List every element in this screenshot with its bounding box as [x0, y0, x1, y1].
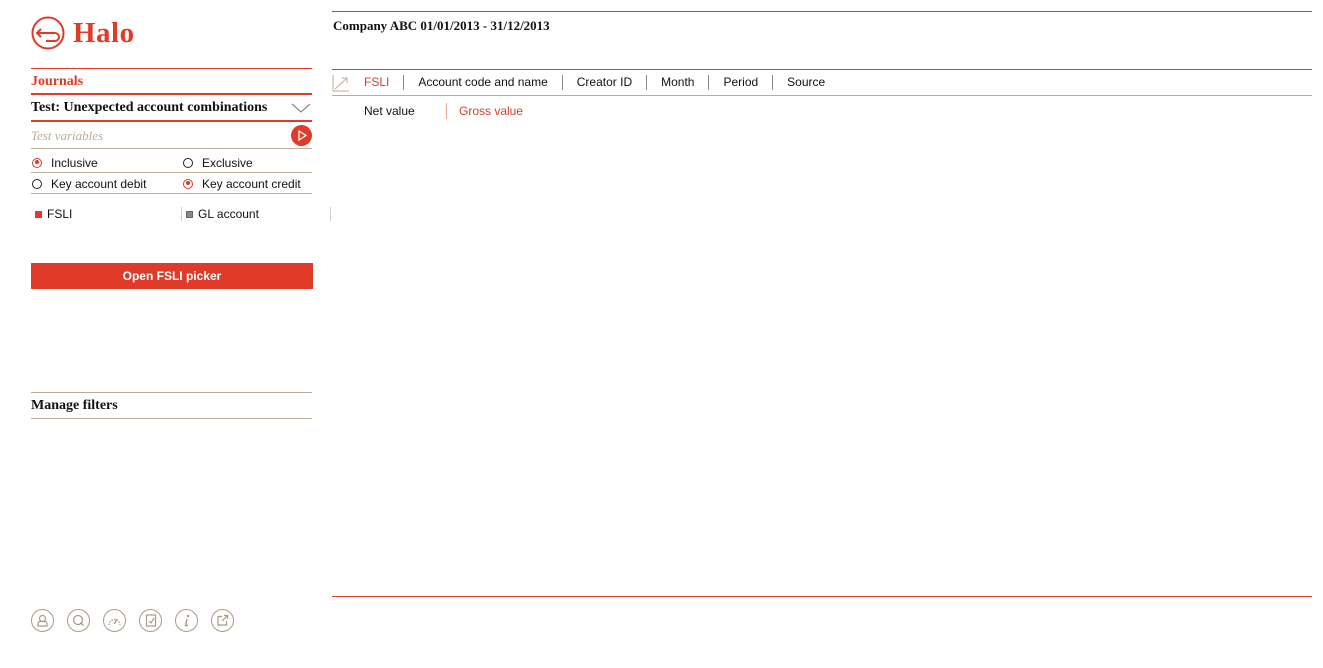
open-fsli-picker-button[interactable]: Open FSLI picker — [31, 263, 313, 289]
key-account-debit-radio[interactable] — [32, 178, 42, 189]
exclusive-label: Exclusive — [202, 155, 253, 170]
key-account-debit-label: Key account debit — [51, 176, 147, 191]
manage-filters-header[interactable]: Manage filters — [31, 392, 312, 419]
halo-logo-icon — [31, 16, 65, 50]
exclusive-option[interactable]: Exclusive — [182, 156, 312, 170]
fsli-type-label: FSLI — [47, 207, 73, 221]
gl-account-type-option[interactable]: GL account — [181, 207, 331, 221]
main-top-divider — [332, 11, 1312, 12]
fsli-type-option[interactable]: FSLI — [31, 207, 181, 221]
inclusive-option[interactable]: Inclusive — [31, 156, 182, 170]
tab-source[interactable]: Source — [772, 75, 839, 90]
test-variables-placeholder: Test variables — [31, 127, 104, 143]
tab-net-value[interactable]: Net value — [364, 103, 446, 119]
tab-gross-value[interactable]: Gross value — [446, 102, 523, 119]
main-bottom-divider — [332, 596, 1312, 597]
exclusive-radio[interactable] — [183, 157, 193, 168]
tab-period[interactable]: Period — [708, 75, 772, 90]
tab-creator-id[interactable]: Creator ID — [561, 75, 646, 90]
journals-title: Journals — [31, 74, 84, 89]
user-icon[interactable] — [31, 609, 54, 632]
key-account-credit-radio[interactable] — [183, 178, 193, 189]
search-icon[interactable] — [67, 609, 90, 632]
dimension-tabs: FSLI Account code and name Creator ID Mo… — [332, 70, 1312, 96]
tab-account-code-and-name[interactable]: Account code and name — [403, 75, 561, 90]
play-icon — [297, 130, 307, 141]
page-title: Company ABC 01/01/2013 - 31/12/2013 — [333, 18, 550, 33]
account-type-toggle: FSLI GL account — [31, 206, 331, 222]
notes-icon[interactable] — [139, 609, 162, 632]
fsli-color-swatch — [35, 210, 42, 218]
inclusive-radio[interactable] — [32, 157, 42, 168]
test-selector[interactable]: Test: Unexpected account combinations — [31, 96, 312, 122]
info-icon[interactable] — [175, 609, 198, 632]
journals-section-title: Journals — [31, 68, 312, 95]
test-title: Test: Unexpected account combinations — [31, 100, 268, 115]
footer-toolbar — [31, 609, 247, 632]
key-account-credit-label: Key account credit — [202, 176, 301, 191]
gl-account-type-label: GL account — [198, 207, 259, 221]
tab-month[interactable]: Month — [646, 75, 708, 90]
trend-chart-icon[interactable] — [332, 74, 350, 92]
external-link-icon[interactable] — [211, 609, 234, 632]
key-account-options-row: Key account debit Key account credit — [31, 174, 312, 194]
gl-account-color-swatch — [186, 210, 193, 218]
value-type-tabs: Net value Gross value — [364, 102, 523, 119]
manage-filters-label: Manage filters — [31, 397, 118, 413]
inclusive-label: Inclusive — [51, 155, 98, 170]
dashboard-icon[interactable] — [103, 609, 126, 632]
tab-fsli[interactable]: FSLI — [364, 75, 403, 90]
test-variables-field[interactable]: Test variables — [31, 123, 312, 149]
chevron-down-icon[interactable] — [291, 102, 311, 114]
mode-options-row: Inclusive Exclusive — [31, 153, 312, 173]
run-test-button[interactable] — [291, 125, 312, 146]
key-account-credit-option[interactable]: Key account credit — [182, 177, 312, 191]
halo-logo: Halo — [31, 16, 135, 50]
halo-logo-text: Halo — [73, 16, 135, 49]
key-account-debit-option[interactable]: Key account debit — [31, 177, 182, 191]
